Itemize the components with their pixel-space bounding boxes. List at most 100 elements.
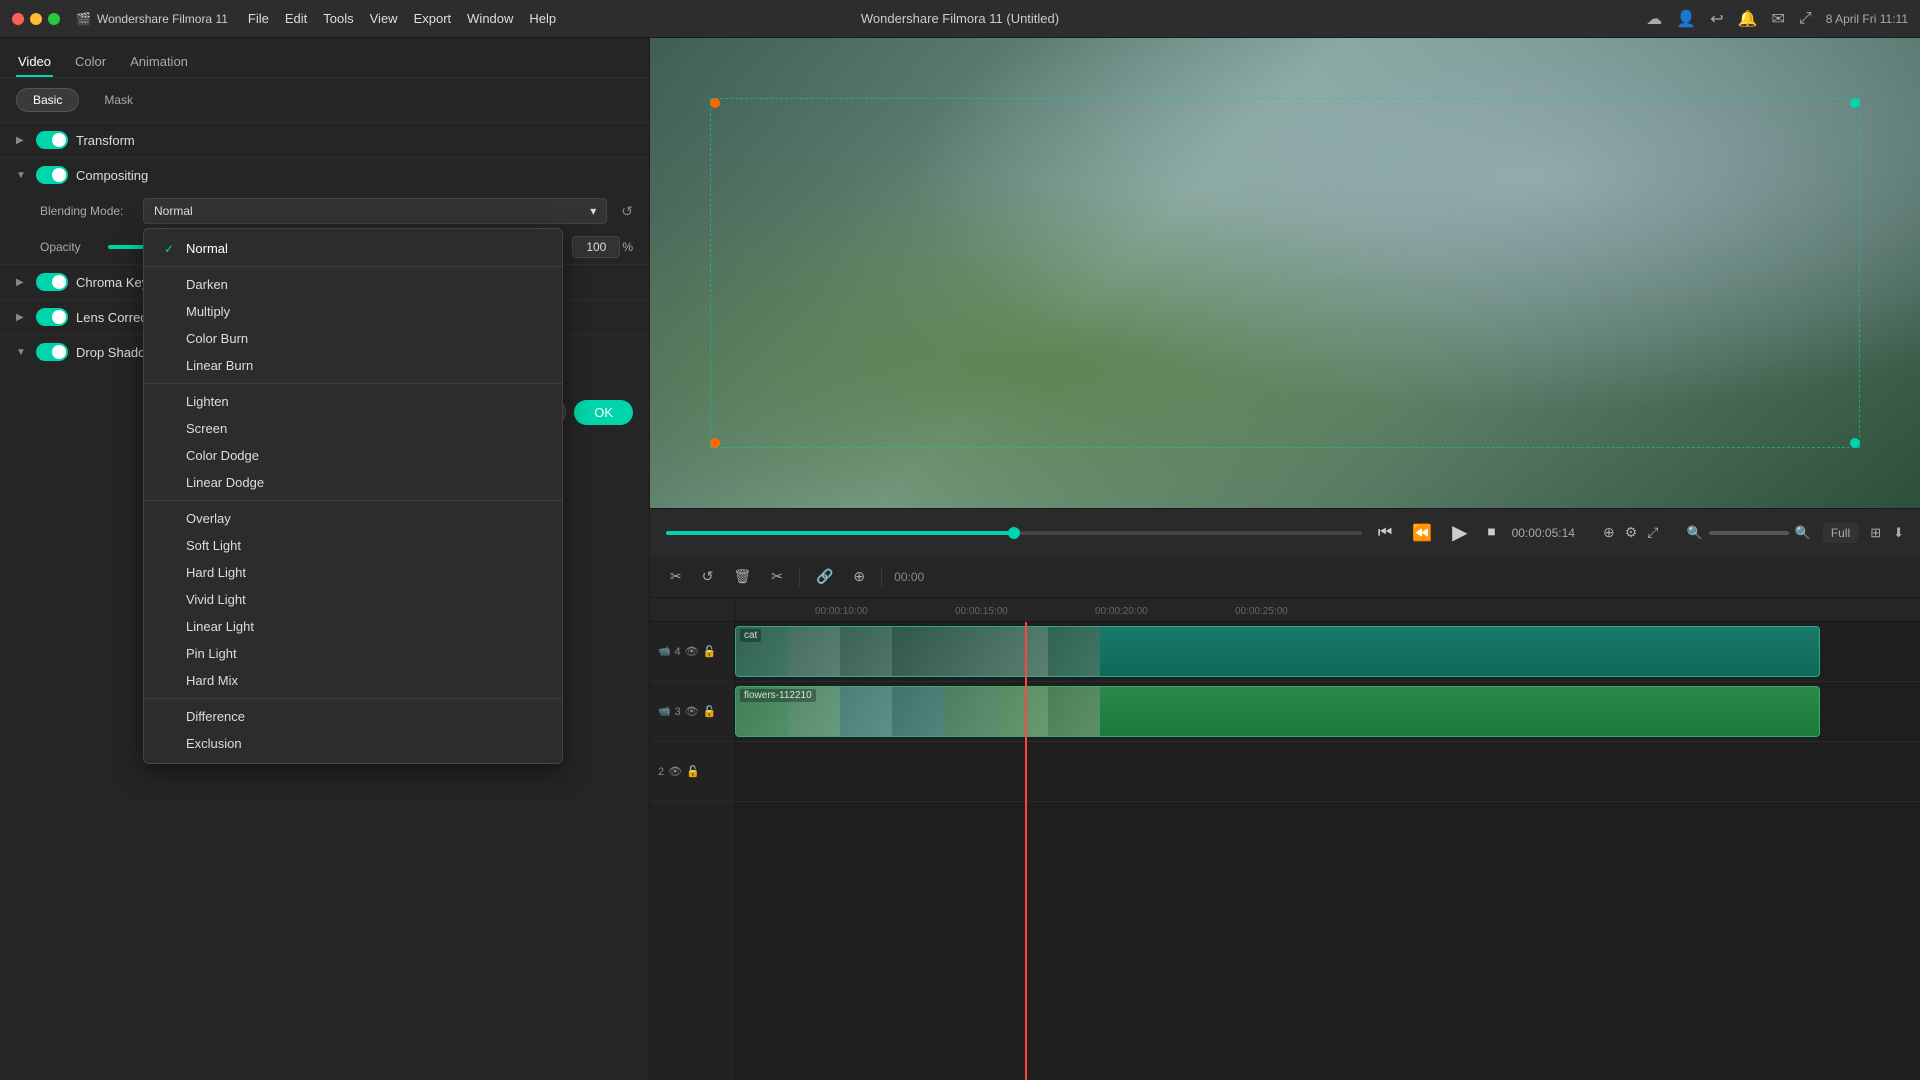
track-4-clip-label: cat	[740, 629, 761, 642]
sub-tab-basic[interactable]: Basic	[16, 88, 79, 112]
track-4-lock-icon[interactable]: 🔓	[703, 645, 717, 658]
menu-bar[interactable]: File Edit Tools View Export Window Help	[248, 11, 556, 26]
blend-option-difference[interactable]: Difference	[144, 703, 562, 730]
snapshot-icon[interactable]: ⊕	[1603, 524, 1615, 541]
preview-progress-thumb[interactable]	[1008, 527, 1020, 539]
transform-section-header[interactable]: ▶ Transform	[0, 122, 649, 157]
ruler-mark-15: 00:00:15:00	[955, 606, 1008, 617]
chroma-key-toggle[interactable]	[36, 273, 68, 291]
blend-option-softlight[interactable]: Soft Light	[144, 532, 562, 559]
ok-button[interactable]: OK	[574, 400, 633, 425]
settings-icon[interactable]: ⚙	[1625, 524, 1638, 541]
blend-option-linearburn[interactable]: Linear Burn	[144, 352, 562, 379]
tab-animation[interactable]: Animation	[128, 48, 190, 77]
menu-export[interactable]: Export	[414, 11, 452, 26]
lens-correct-chevron-icon: ▶	[16, 312, 28, 323]
lens-correct-toggle[interactable]	[36, 308, 68, 326]
cloud-icon[interactable]: ☁	[1646, 9, 1662, 29]
track-3-lock-icon[interactable]: 🔓	[703, 705, 717, 718]
restore-icon[interactable]: ↩	[1710, 9, 1723, 29]
blend-option-darken[interactable]: Darken	[144, 271, 562, 298]
blend-option-vividlight[interactable]: Vivid Light	[144, 586, 562, 613]
menu-help[interactable]: Help	[529, 11, 556, 26]
rewind-button[interactable]: ⏮	[1374, 520, 1396, 546]
blend-option-lineardodge[interactable]: Linear Dodge	[144, 469, 562, 496]
drop-shadow-toggle[interactable]	[36, 343, 68, 361]
track-4-eye-icon[interactable]: 👁	[685, 645, 699, 658]
notification-icon[interactable]: 🔔	[1738, 9, 1758, 29]
track-2-lock-icon[interactable]: 🔓	[686, 765, 700, 778]
blending-mode-dropdown[interactable]: Normal ▾ ✓ Normal Darken	[143, 198, 607, 224]
blending-mode-trigger[interactable]: Normal ▾	[143, 198, 607, 224]
blend-option-hardmix[interactable]: Hard Mix	[144, 667, 562, 694]
preview-area	[650, 38, 1920, 508]
reset-blending-icon[interactable]: ↺	[621, 203, 633, 220]
datetime: 8 April Fri 11:11	[1826, 12, 1908, 26]
blend-option-exclusion[interactable]: Exclusion	[144, 730, 562, 757]
fullscreen-icon[interactable]: ⤢	[1647, 524, 1658, 541]
menu-tools[interactable]: Tools	[323, 11, 353, 26]
blend-option-label-pinlight: Pin Light	[186, 646, 237, 661]
resolution-selector[interactable]: Full	[1823, 523, 1858, 543]
zoom-in-icon[interactable]: 🔍	[1795, 525, 1811, 541]
blend-option-lighten[interactable]: Lighten	[144, 388, 562, 415]
preview-handle-tr[interactable]	[1850, 98, 1860, 108]
download-icon[interactable]: ⬇	[1893, 525, 1904, 541]
blend-option-screen[interactable]: Screen	[144, 415, 562, 442]
menu-window[interactable]: Window	[467, 11, 513, 26]
preview-progress-bar[interactable]	[666, 531, 1362, 535]
blend-option-linearlight[interactable]: Linear Light	[144, 613, 562, 640]
stop-button[interactable]: ⏹	[1484, 520, 1500, 546]
blend-option-colordodge[interactable]: Color Dodge	[144, 442, 562, 469]
timeline-tool-trim[interactable]: ✂	[767, 564, 787, 589]
view-icon[interactable]: ⊞	[1870, 525, 1881, 541]
step-back-button[interactable]: ⏪	[1408, 519, 1436, 547]
preview-handle-tl[interactable]	[710, 98, 720, 108]
app-icon-area: 🎬 Wondershare Filmora 11	[76, 12, 228, 26]
compositing-section-header[interactable]: ▼ Compositing	[0, 157, 649, 192]
timeline-tool-split[interactable]: ⊕	[849, 564, 869, 589]
blend-option-colorburn[interactable]: Color Burn	[144, 325, 562, 352]
track-4-clip[interactable]: cat	[735, 626, 1820, 677]
close-button[interactable]	[12, 13, 24, 25]
mail-icon[interactable]: ✉	[1772, 9, 1785, 29]
menu-view[interactable]: View	[370, 11, 398, 26]
tab-video[interactable]: Video	[16, 48, 53, 77]
menu-file[interactable]: File	[248, 11, 269, 26]
account-icon[interactable]: 👤	[1676, 9, 1696, 29]
track-3-thumbnails	[736, 687, 1819, 736]
compositing-toggle[interactable]	[36, 166, 68, 184]
blend-option-overlay[interactable]: Overlay	[144, 505, 562, 532]
timeline-tool-link[interactable]: 🔗	[812, 564, 837, 589]
track-3-clip[interactable]: flowers-112210	[735, 686, 1820, 737]
zoom-out-icon[interactable]: 🔍	[1686, 525, 1702, 541]
app-icon: 🎬	[76, 12, 91, 26]
play-button[interactable]: ▶	[1448, 516, 1471, 549]
menu-edit[interactable]: Edit	[285, 11, 307, 26]
preview-handle-bl[interactable]	[710, 438, 720, 448]
minimize-button[interactable]	[30, 13, 42, 25]
opacity-input[interactable]	[572, 236, 620, 258]
maximize-button[interactable]	[48, 13, 60, 25]
blend-option-hardlight[interactable]: Hard Light	[144, 559, 562, 586]
blend-option-label-exclusion: Exclusion	[186, 736, 242, 751]
preview-handle-br[interactable]	[1850, 438, 1860, 448]
blend-option-multiply[interactable]: Multiply	[144, 298, 562, 325]
zoom-slider[interactable]	[1709, 531, 1789, 535]
blend-option-label-softlight: Soft Light	[186, 538, 241, 553]
expand-icon[interactable]: ⤢	[1799, 10, 1812, 28]
blend-option-pinlight[interactable]: Pin Light	[144, 640, 562, 667]
blend-option-normal[interactable]: ✓ Normal	[144, 235, 562, 262]
sub-tab-mask[interactable]: Mask	[87, 88, 150, 112]
playhead[interactable]: ▼	[1025, 622, 1027, 1080]
timeline-tool-arrow[interactable]: ↺	[698, 564, 718, 589]
timeline-tool-scissors[interactable]: ✂	[666, 564, 686, 589]
transform-toggle[interactable]	[36, 131, 68, 149]
track-3-eye-icon[interactable]: 👁	[685, 705, 699, 718]
tab-color[interactable]: Color	[73, 48, 108, 77]
timeline-ruler: 00:00:10:00 00:00:15:00 00:00:20:00 00:0…	[735, 598, 1920, 622]
timeline-tool-delete[interactable]: 🗑	[729, 564, 755, 589]
timeline-area: ✂ ↺ 🗑 ✂ 🔗 ⊕ 00:00 📹 4	[650, 556, 1920, 1080]
track-2-eye-icon[interactable]: 👁	[668, 765, 682, 778]
chevron-down-icon: ▾	[590, 204, 596, 218]
